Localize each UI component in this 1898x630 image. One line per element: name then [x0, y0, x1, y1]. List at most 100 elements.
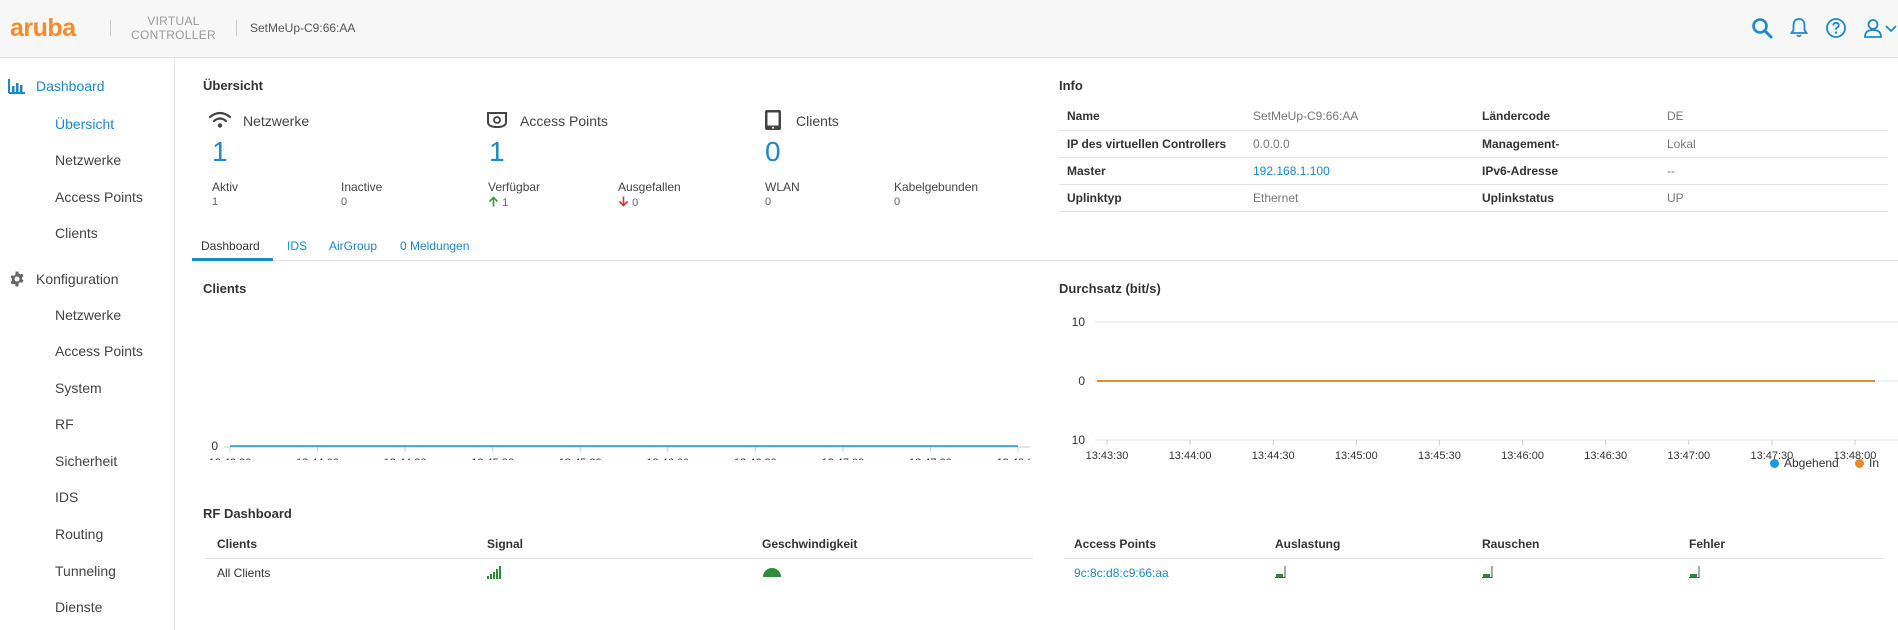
sidebar-item-tunneling[interactable]: Tunneling: [55, 563, 116, 579]
user-icon[interactable]: [1862, 16, 1898, 40]
networks-inactive-label: Inactive: [341, 180, 383, 194]
legend-outgoing-label: Abgehend: [1784, 456, 1839, 470]
tab-meldungen[interactable]: 0 Meldungen: [400, 239, 469, 253]
info-key: Uplinktyp: [1059, 184, 1245, 212]
master-ip-link[interactable]: 192.168.1.100: [1245, 157, 1474, 185]
x-tick-label: 13:47:00: [1667, 450, 1710, 460]
sidebar-dashboard-label: Dashboard: [36, 78, 105, 94]
help-icon[interactable]: [1824, 16, 1848, 40]
info-key: Uplinkstatus: [1474, 184, 1659, 212]
ap-available-value: 1: [488, 196, 508, 209]
noise-bar-icon: [1482, 566, 1493, 578]
rf-header-access-points: Access Points: [1074, 537, 1157, 551]
sidebar: Dashboard Übersicht Netzwerke Access Poi…: [0, 58, 175, 630]
ap-failed-label: Ausgefallen: [618, 180, 681, 194]
access-point-icon: [487, 112, 507, 129]
header-divider: [110, 20, 111, 36]
x-tick-label: 13:43:30: [209, 457, 252, 460]
gear-icon: [10, 271, 24, 287]
networks-inactive-value: 0: [341, 196, 348, 208]
clients-wlan-label: WLAN: [765, 180, 800, 194]
tab-divider: [192, 260, 1898, 261]
sidebar-item-sicherheit[interactable]: Sicherheit: [55, 453, 117, 469]
ap-failed-number: 0: [632, 197, 639, 209]
info-key: IPv6-Adresse: [1474, 157, 1659, 185]
info-value: DE: [1659, 103, 1888, 131]
x-tick-label: 13:44:30: [1252, 450, 1295, 460]
clients-wired-label: Kabelgebunden: [894, 180, 979, 194]
x-tick-label: 13:46:00: [1501, 450, 1544, 460]
tab-active-indicator: [192, 258, 273, 261]
ap-available-number: 1: [502, 197, 509, 209]
rf-header-utilization: Auslastung: [1275, 537, 1341, 551]
legend-outgoing-dot: [1770, 459, 1779, 468]
sidebar-item-access-points[interactable]: Access Points: [55, 189, 143, 205]
info-value: --: [1659, 157, 1888, 185]
info-value: UP: [1659, 184, 1888, 212]
sidebar-konfiguration-label: Konfiguration: [36, 271, 119, 287]
search-icon[interactable]: [1750, 16, 1774, 40]
bar-chart-icon: [8, 79, 25, 94]
aruba-logo[interactable]: aruba: [10, 14, 76, 43]
legend-in: In: [1855, 456, 1879, 470]
sidebar-item-config-netzwerke[interactable]: Netzwerke: [55, 307, 121, 323]
product-name: VIRTUAL CONTROLLER: [131, 14, 216, 42]
sidebar-item-clients[interactable]: Clients: [55, 225, 98, 241]
rf-all-clients[interactable]: All Clients: [217, 566, 270, 580]
x-tick-label: 13:46:30: [734, 457, 777, 460]
sidebar-item-dienste[interactable]: Dienste: [55, 599, 102, 615]
sidebar-item-netzwerke[interactable]: Netzwerke: [55, 152, 121, 168]
ap-failed-value: 0: [618, 196, 638, 209]
x-tick-label: 13:48:00: [997, 457, 1030, 460]
sidebar-item-system[interactable]: System: [55, 380, 102, 396]
bell-icon[interactable]: [1787, 16, 1811, 40]
info-key: Management-: [1474, 130, 1659, 158]
access-points-label: Access Points: [520, 113, 608, 129]
rf-header-signal: Signal: [487, 537, 524, 551]
info-title: Info: [1059, 78, 1083, 93]
top-bar: aruba VIRTUAL CONTROLLER SetMeUp-C9:66:A…: [0, 0, 1898, 58]
x-tick-label: 13:45:00: [471, 457, 514, 460]
clients-chart: 0 13:43:30 13:44:00 13:44:30 13:45:00 13:45:3…: [209, 439, 1030, 460]
networks-count[interactable]: 1: [212, 136, 228, 168]
product-name-line1: VIRTUAL: [147, 14, 200, 28]
sidebar-item-routing[interactable]: Routing: [55, 526, 103, 542]
legend-in-dot: [1855, 459, 1864, 468]
x-tick-label: 13:46:30: [1584, 450, 1627, 460]
sidebar-item-uebersicht[interactable]: Übersicht: [55, 116, 114, 132]
throughput-chart: 1001013:43:30 13:44:00 13:44:30 13:45:00 13:…: [1072, 315, 1898, 460]
info-key: Ländercode: [1474, 103, 1659, 131]
legend-in-label: In: [1869, 456, 1880, 470]
clients-label: Clients: [796, 113, 839, 129]
sidebar-item-config-access-points[interactable]: Access Points: [55, 343, 143, 359]
info-row: Uplinktyp Ethernet Uplinkstatus UP: [1059, 184, 1888, 212]
info-row: Master 192.168.1.100 IPv6-Adresse --: [1059, 157, 1888, 185]
rf-header-noise: Rauschen: [1482, 537, 1540, 551]
throughput-chart-title: Durchsatz (bit/s): [1059, 281, 1161, 296]
arrow-up-icon: [488, 196, 499, 207]
clients-wired-value: 0: [894, 196, 901, 208]
legend-outgoing: Abgehend: [1770, 456, 1839, 470]
rf-header-clients: Clients: [217, 537, 258, 551]
tab-ids[interactable]: IDS: [287, 239, 307, 253]
overview-title: Übersicht: [203, 78, 263, 93]
rf-dashboard-title: RF Dashboard: [203, 506, 292, 521]
clients-wlan-value: 0: [765, 196, 772, 208]
sidebar-konfiguration[interactable]: Konfiguration: [8, 270, 119, 288]
info-key: IP des virtuellen Controllers: [1059, 130, 1245, 158]
sidebar-item-rf[interactable]: RF: [55, 416, 74, 432]
access-points-count[interactable]: 1: [489, 136, 505, 168]
clients-chart-title: Clients: [203, 281, 247, 296]
tab-dashboard[interactable]: Dashboard: [201, 239, 260, 253]
y-tick-label: 10: [1072, 433, 1086, 447]
sidebar-item-ids[interactable]: IDS: [55, 489, 78, 505]
info-value: Lokal: [1659, 130, 1888, 158]
sidebar-dashboard[interactable]: Dashboard: [8, 78, 105, 94]
tab-airgroup[interactable]: AirGroup: [329, 239, 377, 253]
networks-label: Netzwerke: [243, 113, 310, 129]
clients-count[interactable]: 0: [765, 136, 781, 168]
y-tick-label: 0: [1078, 374, 1085, 388]
rf-ap-mac-link[interactable]: 9c:8c:d8:c9:66:aa: [1074, 566, 1169, 580]
x-tick-label: 13:45:30: [559, 457, 602, 460]
rf-header-speed: Geschwindigkeit: [762, 537, 858, 551]
